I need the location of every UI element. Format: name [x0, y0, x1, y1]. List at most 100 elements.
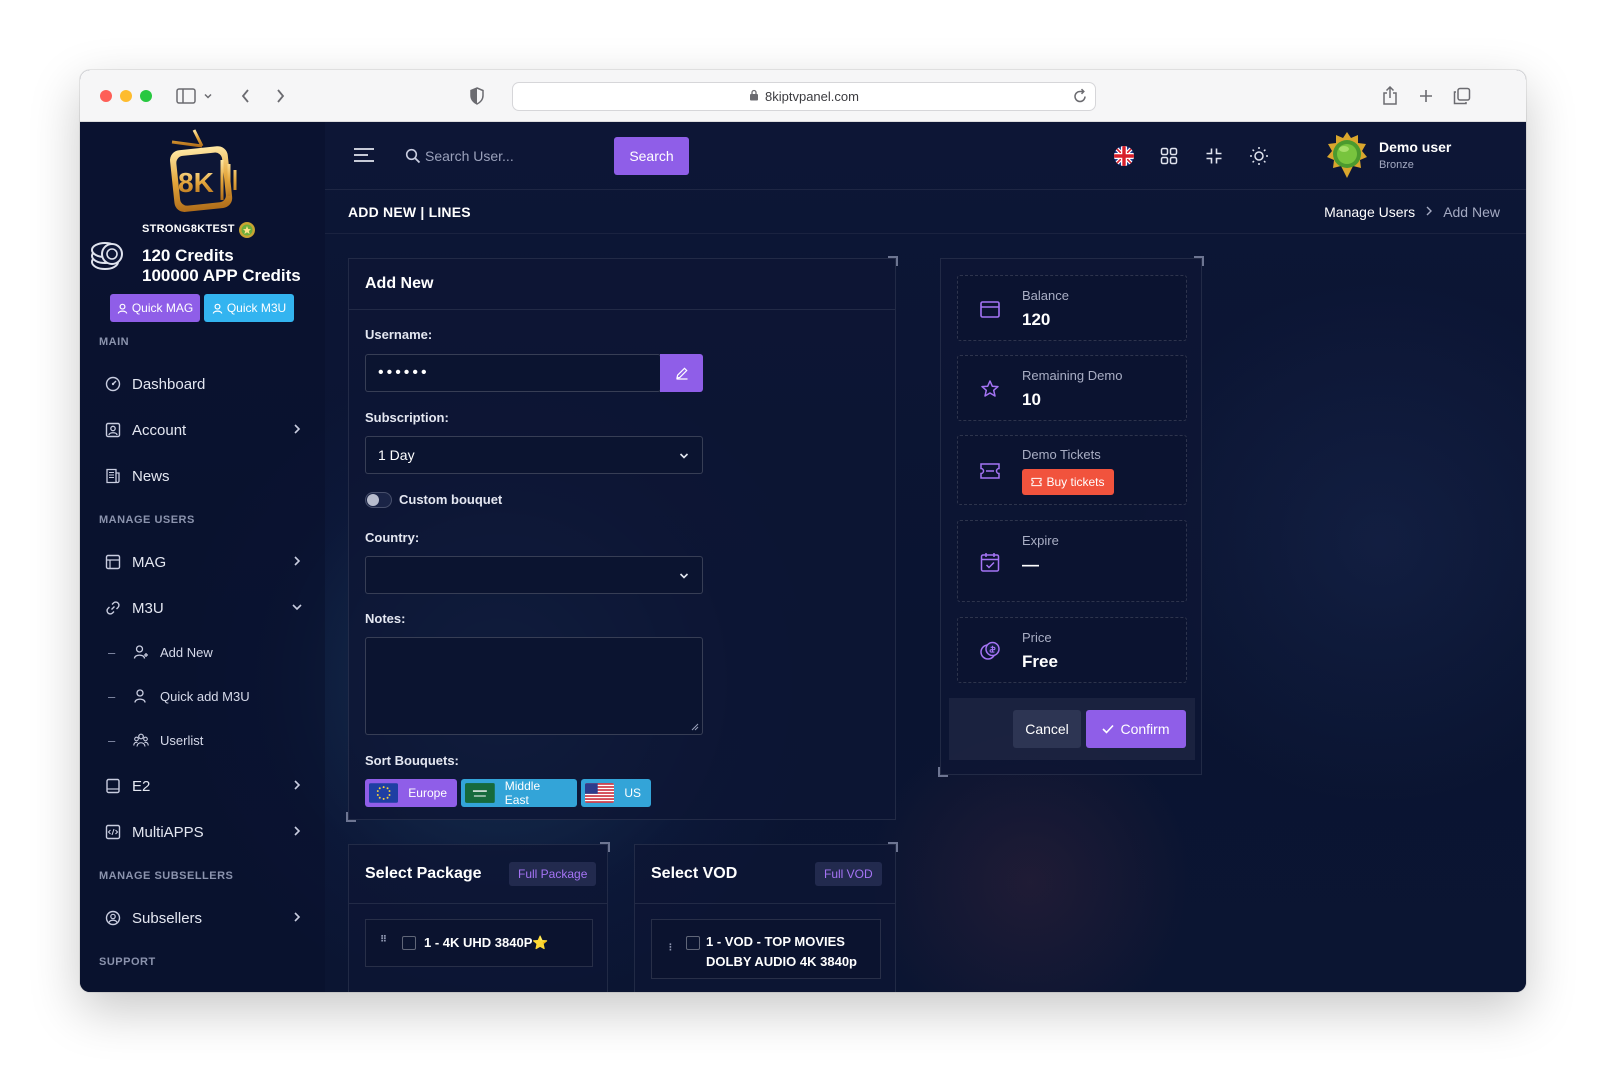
vod-list-item[interactable]: ⋮ 1 - VOD - TOP MOVIES DOLBY AUDIO 4K 38…: [651, 919, 881, 979]
browser-toolbar: 8kiptvpanel.com: [80, 70, 1526, 122]
sidebar-item-label: M3U: [132, 599, 164, 617]
country-select[interactable]: [365, 556, 703, 594]
bouquet-chip-europe[interactable]: Europe: [365, 779, 457, 807]
sort-bouquets-label: Sort Bouquets:: [365, 753, 459, 768]
sidebar-item-e2[interactable]: E2: [80, 768, 325, 804]
address-bar[interactable]: 8kiptvpanel.com: [512, 82, 1096, 111]
account-icon: [104, 421, 122, 439]
price-value: Free: [1022, 652, 1058, 671]
balance-label: Balance: [1022, 288, 1069, 303]
share-icon[interactable]: [1378, 84, 1402, 108]
full-package-badge[interactable]: Full Package: [509, 862, 597, 886]
vod-checkbox[interactable]: [686, 936, 700, 950]
notes-textarea[interactable]: [365, 637, 703, 735]
username-field[interactable]: ••••••: [365, 354, 661, 392]
add-user-icon: [132, 643, 150, 661]
shield-icon[interactable]: [465, 84, 489, 108]
package-checkbox[interactable]: [402, 936, 416, 950]
card-corner: [888, 256, 898, 266]
sidebar-item-mag[interactable]: MAG: [80, 544, 325, 580]
fullscreen-exit-icon[interactable]: [1202, 144, 1226, 168]
drag-handle-icon[interactable]: ⋮: [666, 943, 675, 956]
sidebar-item-label: MAG: [132, 553, 167, 571]
vod-item-label-line1: 1 - VOD - TOP MOVIES: [706, 934, 845, 949]
subscription-select[interactable]: 1 Day: [365, 436, 703, 474]
chevron-down-icon[interactable]: [200, 84, 216, 108]
username-label: Username:: [365, 327, 433, 342]
link-icon: [104, 599, 122, 617]
remaining-demo-stat: Remaining Demo 10: [957, 355, 1187, 421]
search-icon: [405, 148, 421, 164]
back-icon[interactable]: [234, 84, 258, 108]
sidebar-subitem-quick-add-m3u[interactable]: – Quick add M3U: [80, 680, 325, 712]
breadcrumb-manage-users[interactable]: Manage Users: [1324, 204, 1415, 220]
bouquet-chip-label: Middle East: [504, 779, 541, 807]
menu-toggle-icon[interactable]: [353, 146, 375, 164]
language-flag-uk-icon[interactable]: [1112, 144, 1136, 168]
notes-label: Notes:: [365, 611, 406, 626]
search-button[interactable]: Search: [614, 137, 689, 175]
user-icon: [117, 303, 128, 314]
cancel-button[interactable]: Cancel: [1013, 710, 1081, 748]
chevron-down-icon: [679, 573, 689, 579]
maximize-window-button[interactable]: [140, 90, 152, 102]
user-role: Bronze: [1379, 159, 1414, 171]
sidebar-item-label: Subsellers: [132, 909, 203, 927]
chevron-down-icon: [292, 604, 302, 611]
buy-tickets-button[interactable]: Buy tickets: [1022, 469, 1114, 495]
full-vod-badge[interactable]: Full VOD: [815, 862, 882, 886]
theme-sun-icon[interactable]: [1247, 144, 1271, 168]
select-package-card: Select Package Full Package ⠿ 1 - 4K UHD…: [348, 842, 610, 992]
package-list-item[interactable]: ⠿ 1 - 4K UHD 3840P⭐: [365, 919, 593, 967]
sidebar-item-news[interactable]: News: [80, 458, 325, 494]
sidebar-item-dashboard[interactable]: Dashboard: [80, 366, 325, 402]
custom-bouquet-label: Custom bouquet: [399, 492, 503, 507]
minimize-window-button[interactable]: [120, 90, 132, 102]
action-bar: Cancel Confirm: [949, 698, 1195, 760]
sidebar-item-m3u[interactable]: M3U: [80, 590, 325, 626]
close-window-button[interactable]: [100, 90, 112, 102]
quick-mag-button[interactable]: Quick MAG: [110, 294, 200, 322]
submenu-dash: –: [108, 644, 116, 660]
forward-icon[interactable]: [268, 84, 292, 108]
tabs-overview-icon[interactable]: [1450, 84, 1474, 108]
sidebar: 8K STRONG8KTEST 120 Credits 100000 APP C…: [80, 122, 325, 992]
section-main: MAIN: [99, 336, 130, 348]
subscription-label: Subscription:: [365, 410, 449, 425]
buy-tickets-label: Buy tickets: [1046, 475, 1105, 489]
sidebar-toggle-icon[interactable]: [174, 84, 198, 108]
quick-m3u-button[interactable]: Quick M3U: [204, 294, 294, 322]
card-corner: [888, 842, 898, 852]
sidebar-subitem-add-new[interactable]: – Add New: [80, 636, 325, 668]
sidebar-item-multiapps[interactable]: MultiAPPS: [80, 814, 325, 850]
breadcrumb: Manage Users Add New: [1324, 204, 1500, 220]
drag-handle-icon[interactable]: ⠿: [380, 935, 387, 948]
user-name[interactable]: Demo user: [1379, 139, 1451, 155]
user-icon: [132, 687, 150, 705]
sidebar-item-account[interactable]: Account: [80, 412, 325, 448]
confirm-label: Confirm: [1120, 721, 1170, 737]
new-tab-icon[interactable]: [1414, 84, 1438, 108]
country-label: Country:: [365, 530, 420, 545]
avatar[interactable]: [1325, 130, 1369, 180]
edit-username-button[interactable]: [660, 354, 703, 392]
star-icon: [978, 377, 1002, 401]
bouquet-chip-middle-east[interactable]: Middle East: [461, 779, 577, 807]
confirm-button[interactable]: Confirm: [1086, 710, 1186, 748]
sidebar-item-subsellers[interactable]: Subsellers: [80, 900, 325, 936]
custom-bouquet-toggle[interactable]: [365, 492, 392, 508]
bouquet-chip-us[interactable]: US: [581, 779, 651, 807]
pencil-icon: [675, 367, 688, 380]
sidebar-subitem-userlist[interactable]: – Userlist: [80, 724, 325, 756]
topbar: Search User... Search Demo user Bronze: [325, 122, 1526, 190]
resize-handle-icon[interactable]: [691, 723, 699, 731]
breadcrumb-separator-icon: [1425, 205, 1433, 219]
card-corner: [1194, 256, 1204, 266]
search-user-input[interactable]: [425, 138, 605, 174]
reload-icon[interactable]: [1073, 88, 1087, 107]
chevron-down-icon: [679, 453, 689, 459]
expire-stat: Expire —: [957, 520, 1187, 602]
card-title: Select Package: [365, 865, 482, 882]
apps-grid-icon[interactable]: [1157, 144, 1181, 168]
sidebar-item-label: News: [132, 467, 170, 485]
